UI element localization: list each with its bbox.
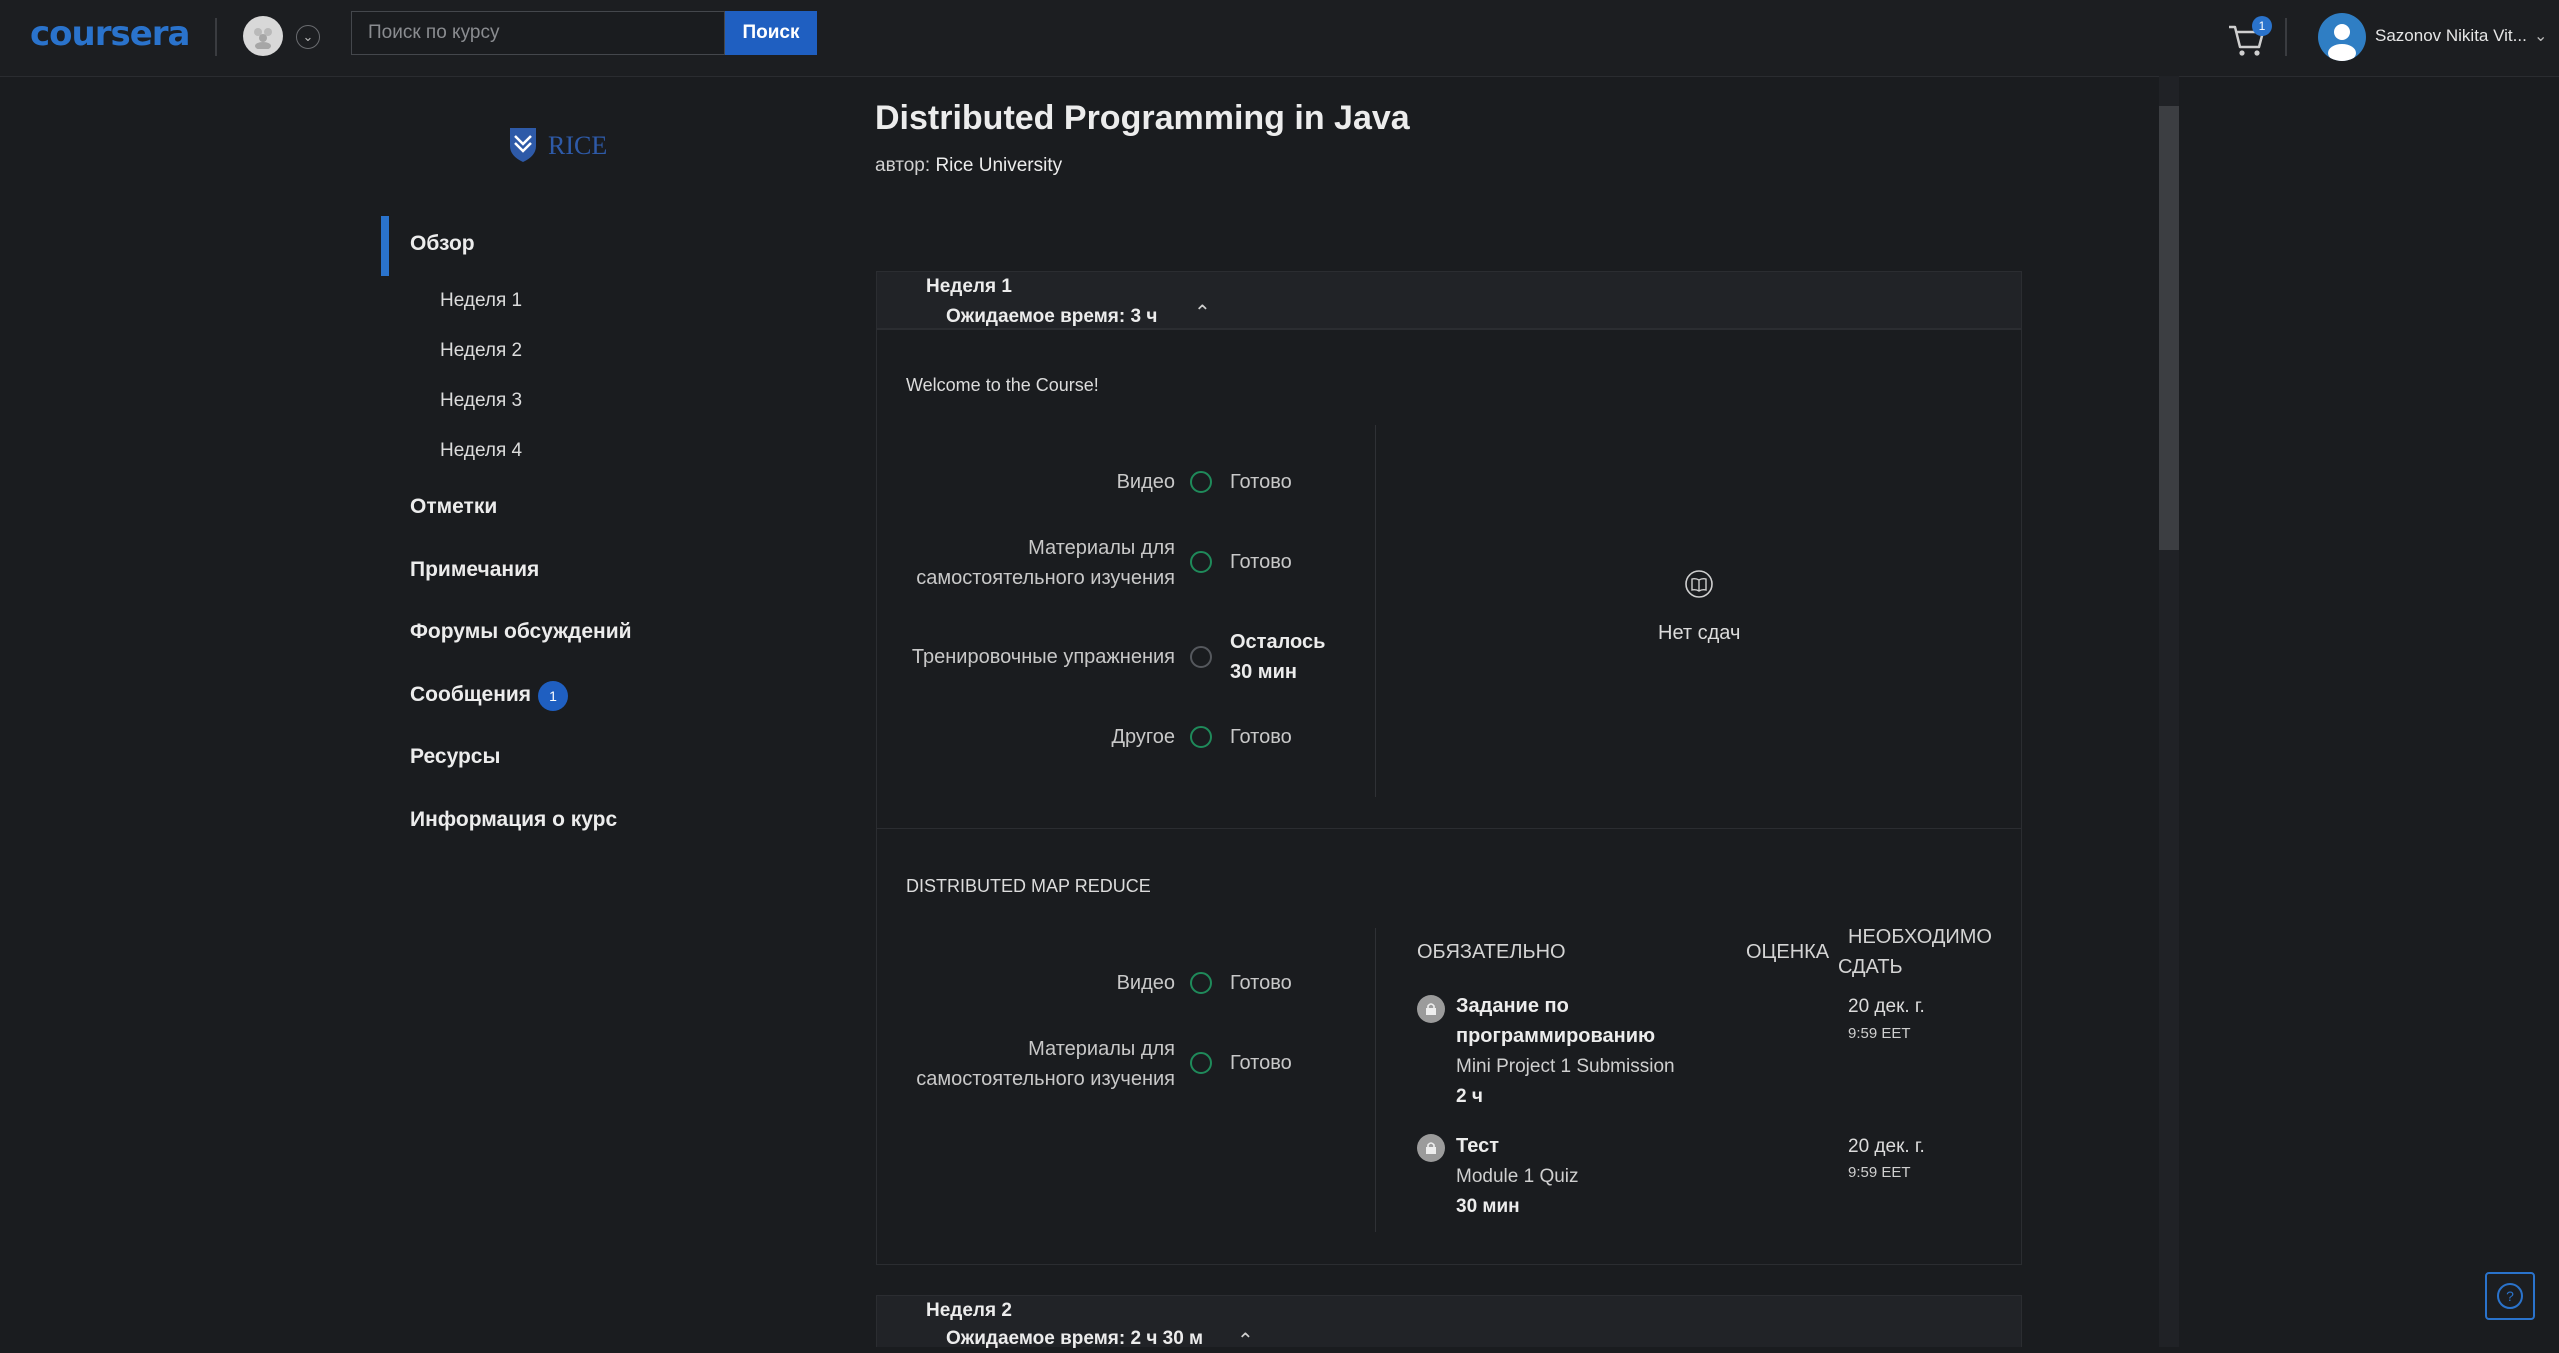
scrollbar-thumb[interactable] — [2159, 106, 2179, 550]
status-ring-icon — [1190, 646, 1212, 668]
coursera-logo[interactable]: coursera — [30, 14, 190, 54]
help-button[interactable]: ? — [2485, 1272, 2535, 1320]
sidebar-item-resources[interactable]: Ресурсы — [410, 745, 500, 769]
help-icon: ? — [2497, 1283, 2523, 1309]
column-divider — [1375, 425, 1376, 797]
label-line: самостоятельного изучения — [916, 567, 1175, 589]
row-status: Готово — [1230, 471, 1292, 493]
chevron-down-icon[interactable]: ⌄ — [2534, 26, 2547, 46]
lesson-title[interactable]: DISTRIBUTED MAP REDUCE — [906, 876, 1151, 897]
label-line: самостоятельного изучения — [916, 1068, 1175, 1090]
lock-icon — [1417, 995, 1445, 1023]
no-submissions-text: Нет сдач — [1658, 622, 1741, 644]
row-label-practice: Тренировочные упражнения — [911, 646, 1175, 668]
row-status: Готово — [1230, 726, 1292, 748]
divider — [2285, 18, 2287, 56]
author-name[interactable]: Rice University — [935, 155, 1062, 176]
task-type-line: Задание по — [1456, 995, 1569, 1017]
author-label: автор: — [875, 155, 931, 176]
task-duration: 30 мин — [1456, 1196, 1520, 1217]
rice-university-logo[interactable]: RICE — [508, 124, 628, 164]
sidebar-item-week-2[interactable]: Неделя 2 — [440, 340, 522, 362]
chevron-up-icon[interactable]: ⌃ — [1237, 1328, 1254, 1353]
due-time: 9:59 EET — [1848, 1025, 1911, 1042]
sidebar-item-week-3[interactable]: Неделя 3 — [440, 390, 522, 412]
status-ring-icon — [1190, 1052, 1212, 1074]
organization-avatar[interactable] — [243, 16, 283, 56]
university-logo-text: RICE — [548, 131, 607, 160]
top-bar: coursera ⌄ Поиск 1 Sazonov Nikita Vit...… — [0, 0, 2559, 77]
row-status: Готово — [1230, 972, 1292, 994]
search-button[interactable]: Поиск — [725, 11, 817, 55]
week-2-title: Неделя 2 — [926, 1300, 1012, 1321]
label-line: Материалы для — [1028, 1038, 1175, 1060]
column-divider — [1375, 928, 1376, 1232]
column-header-required: ОБЯЗАТЕЛЬНО — [1417, 941, 1566, 963]
nav-active-indicator — [381, 216, 389, 276]
due-date: 20 дек. г. — [1848, 996, 1925, 1017]
task-type-line: программированию — [1456, 1025, 1656, 1047]
messages-count-badge: 1 — [538, 681, 568, 711]
status-ring-icon — [1190, 972, 1212, 994]
cart-count-badge: 1 — [2252, 16, 2272, 36]
sidebar-item-notes[interactable]: Примечания — [410, 558, 539, 582]
sidebar-item-messages[interactable]: Сообщения — [410, 683, 531, 707]
week-1-title: Неделя 1 — [926, 276, 1012, 297]
row-label-reading: Материалы для самостоятельного изучения — [916, 1034, 1175, 1094]
task-name[interactable]: Module 1 Quiz — [1456, 1166, 1579, 1188]
row-status: Осталось 30 мин — [1230, 627, 1325, 687]
status-ring-icon — [1190, 726, 1212, 748]
status-ring-icon — [1190, 471, 1212, 493]
course-title: Distributed Programming in Java — [875, 99, 1410, 137]
row-label-other: Другое — [1111, 726, 1175, 748]
lesson-title[interactable]: Welcome to the Course! — [906, 375, 1099, 396]
status-line: Осталось — [1230, 631, 1326, 653]
sidebar-item-overview[interactable]: Обзор — [410, 232, 475, 256]
row-label-video: Видео — [1116, 972, 1175, 994]
due-date: 20 дек. г. — [1848, 1136, 1925, 1157]
row-label-reading: Материалы для самостоятельного изучения — [916, 533, 1175, 593]
status-line: 30 мин — [1230, 661, 1297, 683]
sidebar-item-course-info[interactable]: Информация о курс — [410, 808, 617, 832]
due-time: 9:59 EET — [1848, 1164, 1911, 1181]
row-label-video: Видео — [1116, 471, 1175, 493]
search-input[interactable] — [351, 11, 725, 55]
task-duration: 2 ч — [1456, 1086, 1483, 1107]
column-header-due: НЕОБХОДИМО СДАТЬ — [1838, 922, 1992, 982]
task-type[interactable]: Тест — [1456, 1131, 1499, 1161]
sidebar-item-grades[interactable]: Отметки — [410, 495, 497, 519]
book-icon — [1685, 570, 1713, 598]
status-ring-icon — [1190, 551, 1212, 573]
course-author: автор: Rice University — [875, 155, 1062, 177]
sidebar-item-forums[interactable]: Форумы обсуждений — [410, 620, 632, 644]
chevron-down-icon[interactable]: ⌄ — [296, 25, 320, 49]
chevron-up-icon[interactable]: ⌃ — [1194, 300, 1211, 325]
header-line: НЕОБХОДИМО — [1848, 926, 1992, 948]
task-type[interactable]: Задание по программированию — [1456, 991, 1655, 1051]
row-status: Готово — [1230, 1052, 1292, 1074]
people-icon — [254, 28, 272, 49]
user-avatar[interactable] — [2318, 13, 2366, 61]
divider — [215, 18, 217, 56]
week-1-estimated-time: Ожидаемое время: 3 ч — [946, 306, 1158, 327]
header-line: СДАТЬ — [1838, 956, 1903, 978]
sidebar-item-week-1[interactable]: Неделя 1 — [440, 290, 522, 312]
lock-icon — [1417, 1134, 1445, 1162]
label-line: Материалы для — [1028, 537, 1175, 559]
sidebar-item-week-4[interactable]: Неделя 4 — [440, 440, 522, 462]
user-icon — [2328, 24, 2356, 61]
column-header-grade: ОЦЕНКА — [1746, 941, 1830, 963]
user-name[interactable]: Sazonov Nikita Vit... — [2375, 26, 2527, 46]
row-status: Готово — [1230, 551, 1292, 573]
svg-text:?: ? — [2506, 1288, 2514, 1304]
task-name[interactable]: Mini Project 1 Submission — [1456, 1056, 1675, 1078]
